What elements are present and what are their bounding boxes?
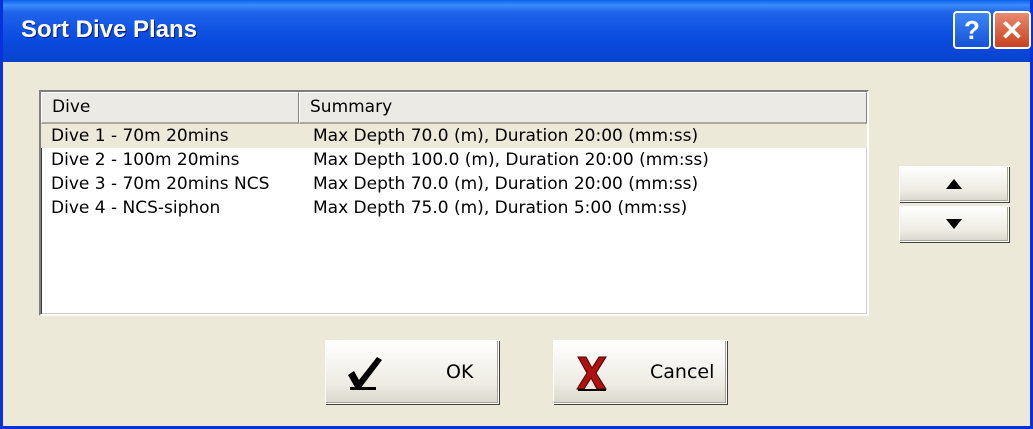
close-button[interactable]: ✕ [993, 11, 1031, 49]
list-header: Dive Summary [41, 92, 867, 124]
dive-plans-list[interactable]: Dive Summary Dive 1 - 70m 20mins Max Dep… [39, 90, 869, 316]
summary-cell: Max Depth 75.0 (m), Duration 5:00 (mm:ss… [313, 198, 688, 218]
list-row[interactable]: Dive 2 - 100m 20mins Max Depth 100.0 (m)… [41, 148, 867, 172]
triangle-down-icon [946, 219, 962, 229]
checkmark-icon [348, 357, 382, 390]
window-title: Sort Dive Plans [21, 16, 198, 43]
summary-cell: Max Depth 70.0 (m), Duration 20:00 (mm:s… [313, 126, 699, 146]
cancel-button[interactable]: Cancel [553, 340, 727, 404]
dive-cell: Dive 1 - 70m 20mins [51, 126, 229, 146]
title-bar[interactable]: Sort Dive Plans ? ✕ [3, 0, 1031, 62]
help-button[interactable]: ? [953, 11, 991, 49]
summary-cell: Max Depth 70.0 (m), Duration 20:00 (mm:s… [313, 174, 699, 194]
list-row[interactable]: Dive 1 - 70m 20mins Max Depth 70.0 (m), … [41, 124, 867, 148]
summary-cell: Max Depth 100.0 (m), Duration 20:00 (mm:… [313, 150, 709, 170]
column-header-summary[interactable]: Summary [299, 92, 867, 124]
dive-cell: Dive 3 - 70m 20mins NCS [51, 174, 270, 194]
dive-cell: Dive 4 - NCS-siphon [51, 198, 221, 218]
sort-dive-plans-dialog: Sort Dive Plans ? ✕ Dive Summary Dive 1 … [0, 0, 1033, 429]
triangle-up-icon [946, 179, 962, 189]
dive-cell: Dive 2 - 100m 20mins [51, 150, 240, 170]
list-row[interactable]: Dive 4 - NCS-siphon Max Depth 75.0 (m), … [41, 196, 867, 220]
move-down-button[interactable] [899, 206, 1009, 242]
cancel-label: Cancel [650, 361, 715, 383]
ok-button[interactable]: OK [325, 340, 499, 404]
column-header-dive[interactable]: Dive [41, 92, 299, 124]
list-body: Dive 1 - 70m 20mins Max Depth 70.0 (m), … [41, 124, 867, 220]
move-up-button[interactable] [899, 166, 1009, 202]
ok-label: OK [446, 361, 474, 383]
red-x-icon [576, 356, 607, 391]
list-row[interactable]: Dive 3 - 70m 20mins NCS Max Depth 70.0 (… [41, 172, 867, 196]
